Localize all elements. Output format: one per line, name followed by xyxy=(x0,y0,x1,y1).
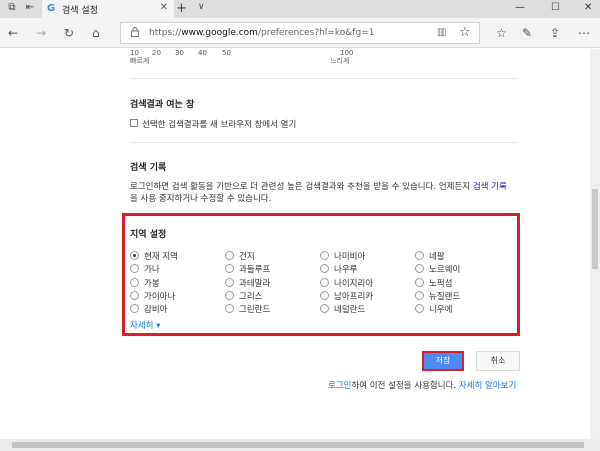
region-radio[interactable] xyxy=(415,251,424,260)
region-radio[interactable] xyxy=(225,251,234,260)
region-option-label: 나미비아 xyxy=(334,252,366,262)
region-option-label: 건지 xyxy=(239,252,255,262)
new-window-checkbox-label: 선택한 검색결과를 새 브라우저 창에서 열기 xyxy=(142,120,297,130)
region-radio[interactable] xyxy=(320,251,329,260)
section-divider xyxy=(130,78,518,79)
region-radio[interactable] xyxy=(320,277,329,287)
region-radio[interactable] xyxy=(415,290,424,300)
region-option-label: 가나 xyxy=(144,265,160,276)
home-icon[interactable]: ⌂ xyxy=(92,26,100,40)
tab-strip: ⧉ ⇤ G 검색 설정 ✕ + ∨ — ☐ ✕ xyxy=(0,0,600,18)
new-tab-button[interactable]: + xyxy=(176,1,187,16)
region-more-link[interactable]: 자세히 ▾ xyxy=(130,319,160,331)
region-option-label: 과테말라 xyxy=(239,278,271,289)
region-option-label: 가이아나 xyxy=(144,291,176,302)
lock-icon xyxy=(131,27,139,37)
tab-actions-icon[interactable]: ⧉ xyxy=(6,2,18,14)
region-option-label: 가봉 xyxy=(144,278,160,289)
reading-view-icon[interactable]: ▥ xyxy=(437,27,446,38)
region-highlight-box xyxy=(122,213,520,336)
cancel-button[interactable]: 취소 xyxy=(476,351,520,371)
results-window-heading: 검색결과 여는 창 xyxy=(130,100,195,110)
region-radio[interactable] xyxy=(225,277,234,287)
horizontal-scrollbar[interactable] xyxy=(0,439,600,451)
region-option-label: 니우에 xyxy=(429,305,453,316)
scale-tick: 30 xyxy=(175,49,184,57)
scale-tick: 40 xyxy=(198,49,207,57)
google-favicon-icon: G xyxy=(47,3,56,14)
learn-more-link[interactable]: 자세히 알아보기 xyxy=(459,381,516,391)
forward-icon[interactable]: → xyxy=(36,26,46,40)
maximize-icon[interactable]: ☐ xyxy=(551,2,560,13)
region-option-label: 남아프리카 xyxy=(334,291,374,302)
tab-title: 검색 설정 xyxy=(62,6,98,16)
notes-icon[interactable]: ✎ xyxy=(522,26,532,40)
region-option-label: 현재 지역 xyxy=(144,252,178,262)
window-close-icon[interactable]: ✕ xyxy=(584,2,592,13)
refresh-icon[interactable]: ↻ xyxy=(64,26,74,40)
region-option-label: 노르웨이 xyxy=(429,265,461,276)
tab-preview-icon[interactable]: ⇤ xyxy=(24,2,36,14)
region-radio[interactable] xyxy=(130,290,139,300)
region-option-label: 과들루프 xyxy=(239,265,271,276)
region-option-label: 감비아 xyxy=(144,305,168,316)
save-button[interactable]: 저장 xyxy=(422,351,464,371)
new-window-checkbox[interactable] xyxy=(130,119,138,127)
region-radio[interactable] xyxy=(225,290,234,300)
search-history-link[interactable]: 검색 기록 xyxy=(473,182,507,192)
region-option-label: 나우루 xyxy=(334,265,358,276)
region-option-label: 나이지리아 xyxy=(334,278,374,289)
address-bar[interactable]: https://www.google.com/preferences?hl=ko… xyxy=(120,22,480,44)
region-option-label: 그리스 xyxy=(239,291,263,302)
scale-tick: 50 xyxy=(222,49,231,57)
more-icon[interactable]: ⋯ xyxy=(578,26,590,40)
region-option-label: 네팔 xyxy=(429,252,445,262)
favorites-hub-icon[interactable]: ☆ xyxy=(496,26,507,40)
footer-text: 로그인하여 이전 설정을 사용합니다. 자세히 알아보기 xyxy=(328,381,517,391)
scale-left-label: 빠르게 xyxy=(130,57,150,65)
search-history-description-2: 을 사용 중지하거나 수정할 수 있습니다. xyxy=(130,194,272,204)
navigation-bar: ← → ↻ ⌂ https://www.google.com/preferenc… xyxy=(0,18,600,48)
minimize-icon[interactable]: — xyxy=(515,2,525,13)
region-option-label: 그린란드 xyxy=(239,305,271,316)
scale-right-label: 느리게 xyxy=(330,57,350,65)
horizontal-scroll-thumb[interactable] xyxy=(12,442,584,448)
section-divider xyxy=(130,142,518,143)
vertical-scrollbar[interactable] xyxy=(590,49,600,439)
scale-tick: 20 xyxy=(152,49,161,57)
region-option-label: 노퍽섬 xyxy=(429,278,453,289)
tab-search-settings[interactable]: G 검색 설정 ✕ xyxy=(42,0,174,18)
region-radio[interactable] xyxy=(415,277,424,287)
close-tab-icon[interactable]: ✕ xyxy=(160,2,168,13)
region-option-label: 뉴질랜드 xyxy=(429,291,461,302)
vertical-scroll-thumb[interactable] xyxy=(592,189,598,269)
favorite-star-icon[interactable]: ☆ xyxy=(459,25,471,40)
url-text: https://www.google.com/preferences?hl=ko… xyxy=(149,28,375,38)
region-radio[interactable] xyxy=(130,277,139,287)
tab-list-chevron-icon[interactable]: ∨ xyxy=(198,2,205,12)
search-history-description: 로그인하면 검색 활동을 기반으로 더 관련성 높은 검색결과와 추천을 받을 … xyxy=(130,182,507,192)
region-heading: 지역 설정 xyxy=(130,230,167,240)
search-history-heading: 검색 기록 xyxy=(130,163,167,173)
login-link[interactable]: 로그인 xyxy=(328,381,351,391)
share-icon[interactable]: ⇪ xyxy=(550,26,560,40)
region-radio[interactable] xyxy=(130,251,139,260)
region-option-label: 네덜란드 xyxy=(334,305,366,316)
back-icon[interactable]: ← xyxy=(8,26,18,40)
region-radio[interactable] xyxy=(320,290,329,300)
